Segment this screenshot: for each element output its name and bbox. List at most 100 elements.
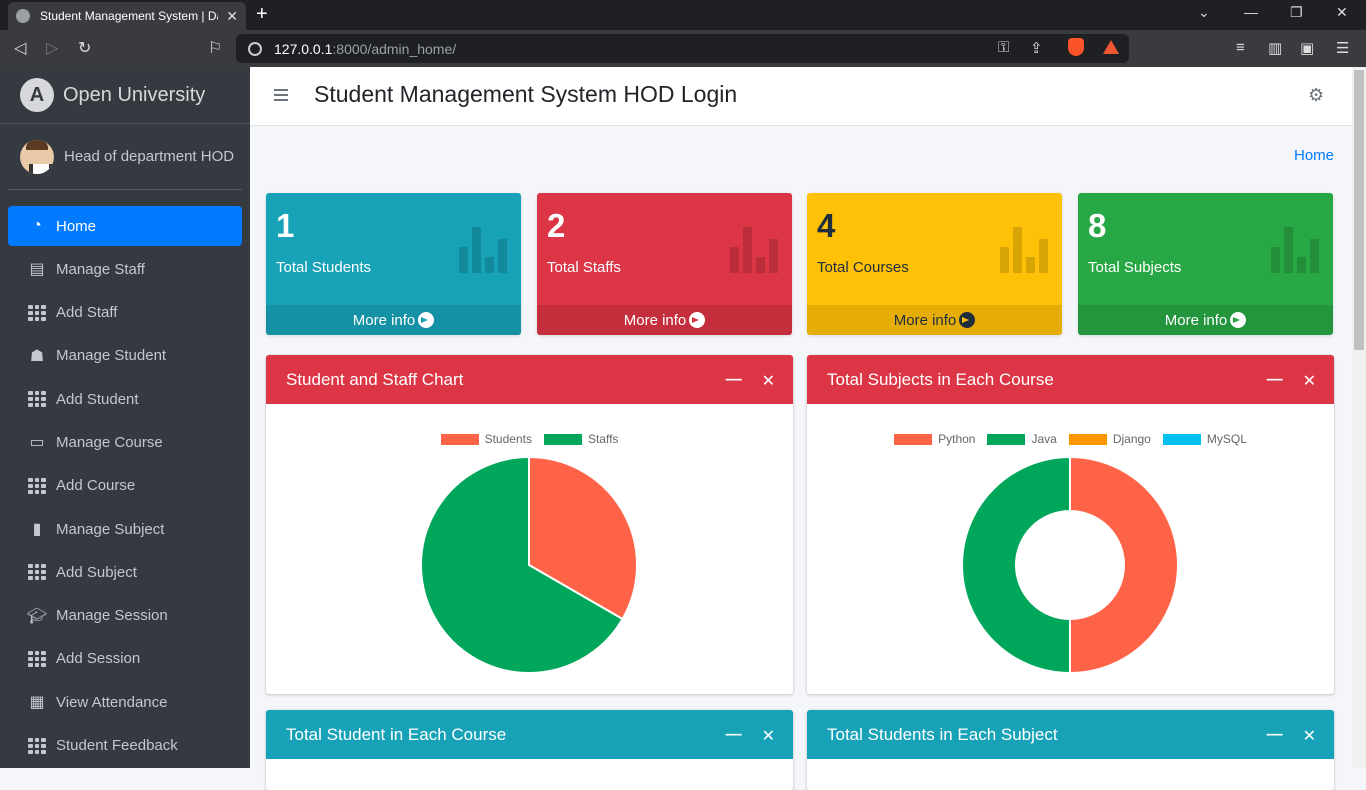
close-tab-icon[interactable]: ✕ bbox=[226, 8, 238, 25]
sidebar: A Open University Head of department HOD… bbox=[0, 67, 250, 768]
card-header: Total Students in Each Subject — ✕ bbox=[807, 710, 1334, 759]
chart-legend: Python Java Django MySQL bbox=[807, 432, 1334, 446]
new-tab-icon[interactable]: + bbox=[256, 3, 268, 26]
arrow-circle-right-icon bbox=[959, 312, 976, 328]
stat-value: 2 bbox=[547, 207, 566, 244]
close-icon[interactable]: ✕ bbox=[762, 371, 775, 391]
sidebar-item-label: Manage Subject bbox=[56, 520, 165, 538]
arrow-circle-right-icon bbox=[1230, 312, 1247, 328]
sidebar-item-label: Add Course bbox=[56, 477, 136, 495]
browser-tab[interactable]: Student Management System | Dashboard ✕ bbox=[8, 2, 246, 30]
key-icon[interactable]: ⚿ bbox=[998, 39, 1009, 56]
sidebar-item-add-subject[interactable]: Add Subject bbox=[8, 552, 242, 592]
breadcrumb-home[interactable]: Home bbox=[1294, 147, 1334, 164]
sidebar-item-manage-subject[interactable]: ▮ Manage Subject bbox=[8, 509, 242, 549]
sidebar-item-label: Add Student bbox=[56, 390, 139, 408]
hamburger-menu-icon[interactable] bbox=[274, 89, 288, 101]
legend-swatch bbox=[894, 433, 933, 445]
more-info-label: More info bbox=[1164, 311, 1228, 329]
legend-item[interactable]: Students bbox=[440, 432, 532, 446]
close-icon[interactable]: ✕ bbox=[1303, 726, 1316, 746]
legend-item[interactable]: Python bbox=[894, 432, 975, 446]
user-card-icon: ▤ bbox=[29, 261, 45, 279]
pie-chart bbox=[420, 455, 638, 674]
legend-swatch bbox=[1162, 433, 1201, 445]
close-window-icon[interactable]: ✕ bbox=[1336, 4, 1348, 21]
sidebar-item-label: Add Subject bbox=[56, 563, 137, 581]
sidebar-item-manage-student[interactable]: ☗ Manage Student bbox=[8, 336, 242, 376]
legend-item[interactable]: MySQL bbox=[1162, 432, 1247, 446]
collapse-icon[interactable]: — bbox=[726, 726, 742, 746]
collapse-icon[interactable]: — bbox=[1267, 371, 1283, 391]
stat-label: Total Subjects bbox=[1088, 259, 1182, 276]
legend-item[interactable]: Java bbox=[987, 432, 1057, 446]
card-students-course: Total Student in Each Course — ✕ bbox=[266, 710, 793, 790]
browser-toolbar: ◁ ▷ ↻ ⚐ 127.0.0.1 :8000/admin_home/ ⚿ ⇪ … bbox=[0, 30, 1366, 67]
sidebar-item-manage-staff[interactable]: ▤ Manage Staff bbox=[8, 249, 242, 289]
sidebar-item-home[interactable]: ◔ Home bbox=[8, 206, 242, 246]
sidebar-toggle-icon[interactable]: ▥ bbox=[1268, 39, 1282, 57]
site-info-icon[interactable] bbox=[248, 41, 262, 56]
sidebar-item-label: Manage Student bbox=[56, 347, 167, 365]
user-name: Head of department HOD bbox=[64, 148, 235, 165]
more-info-link[interactable]: More info bbox=[266, 305, 521, 335]
page-scrollbar[interactable] bbox=[1352, 67, 1366, 768]
collapse-icon[interactable]: — bbox=[1267, 726, 1283, 746]
grid-icon bbox=[26, 737, 48, 755]
card-subjects-chart: Total Subjects in Each Course — ✕ Python J… bbox=[807, 355, 1334, 694]
wallet-icon[interactable]: ▣ bbox=[1300, 39, 1314, 57]
restore-icon[interactable]: ❐ bbox=[1290, 4, 1303, 21]
sidebar-item-label: Add Session bbox=[56, 650, 141, 668]
legend-item[interactable]: Staffs bbox=[543, 432, 619, 446]
share-icon[interactable]: ⇪ bbox=[1030, 39, 1043, 57]
chevron-down-icon[interactable]: ⌄ bbox=[1198, 4, 1210, 21]
top-navbar: Student Management System HOD Login ⚙ bbox=[250, 67, 1352, 126]
brand-link[interactable]: A Open University bbox=[0, 67, 250, 124]
scrollbar-thumb[interactable] bbox=[1354, 70, 1364, 350]
collapse-icon[interactable]: — bbox=[726, 371, 742, 391]
close-icon[interactable]: ✕ bbox=[762, 726, 775, 746]
sidebar-item-student-feedback[interactable]: Student Feedback bbox=[8, 726, 242, 766]
menu-icon[interactable]: ☰ bbox=[1336, 39, 1349, 57]
close-icon[interactable]: ✕ bbox=[1303, 371, 1316, 391]
card-header: Student and Staff Chart — ✕ bbox=[266, 355, 793, 404]
minimize-icon[interactable]: — bbox=[1244, 4, 1258, 20]
sidebar-item-manage-course[interactable]: ▭ Manage Course bbox=[8, 422, 242, 462]
brave-rewards-icon[interactable] bbox=[1103, 40, 1119, 54]
legend-label: Staffs bbox=[587, 432, 619, 446]
sidebar-item-label: Student Feedback bbox=[56, 737, 178, 755]
stat-label: Total Students bbox=[276, 259, 372, 276]
sidebar-item-manage-session[interactable]: 🎓︎ Manage Session bbox=[8, 596, 242, 636]
back-icon[interactable]: ◁ bbox=[14, 38, 26, 58]
more-info-link[interactable]: More info bbox=[1078, 305, 1333, 335]
stat-value: 1 bbox=[276, 207, 295, 244]
gear-icon[interactable]: ⚙ bbox=[1308, 85, 1324, 106]
sidebar-menu: ◔ Home ▤ Manage Staff Add Staff ☗ Manage… bbox=[0, 206, 250, 766]
reload-icon[interactable]: ↻ bbox=[78, 38, 91, 58]
more-info-label: More info bbox=[623, 311, 687, 329]
playlist-icon[interactable]: ≡ bbox=[1236, 39, 1245, 56]
sidebar-item-add-session[interactable]: Add Session bbox=[8, 639, 242, 679]
grid-icon bbox=[26, 650, 48, 668]
more-info-link[interactable]: More info bbox=[537, 305, 792, 335]
card-title: Student and Staff Chart bbox=[286, 369, 464, 389]
sidebar-item-add-staff[interactable]: Add Staff bbox=[8, 293, 242, 333]
sidebar-item-add-course[interactable]: Add Course bbox=[8, 466, 242, 506]
sidebar-item-label: View Attendance bbox=[56, 693, 168, 711]
user-panel[interactable]: Head of department HOD bbox=[8, 124, 242, 190]
forward-icon[interactable]: ▷ bbox=[46, 38, 58, 58]
bookmark-icon[interactable]: ⚐ bbox=[208, 38, 222, 58]
card-students-subject: Total Students in Each Subject — ✕ bbox=[807, 710, 1334, 790]
bar-chart-icon bbox=[459, 225, 507, 273]
legend-item[interactable]: Django bbox=[1068, 432, 1151, 446]
user-graduate-icon: ☗ bbox=[29, 347, 45, 365]
book-icon: ▮ bbox=[32, 521, 42, 539]
slice-python[interactable] bbox=[1069, 455, 1179, 675]
slice-java[interactable] bbox=[961, 455, 1071, 675]
stat-value: 8 bbox=[1088, 207, 1107, 244]
sidebar-item-add-student[interactable]: Add Student bbox=[8, 379, 242, 419]
sidebar-item-view-attendance[interactable]: ▦ View Attendance bbox=[8, 682, 242, 722]
more-info-link[interactable]: More info bbox=[807, 305, 1062, 335]
address-bar[interactable]: 127.0.0.1 :8000/admin_home/ bbox=[236, 34, 1129, 63]
brave-shield-icon[interactable] bbox=[1068, 38, 1084, 56]
